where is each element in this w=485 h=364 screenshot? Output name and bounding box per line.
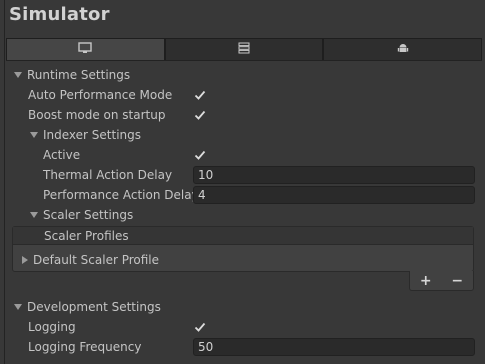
development-settings-label: Development Settings xyxy=(27,300,161,314)
development-settings-foldout[interactable]: Development Settings xyxy=(14,298,161,316)
active-checkbox[interactable] xyxy=(193,148,207,162)
add-profile-button[interactable]: + xyxy=(420,273,432,289)
scaler-settings-label: Scaler Settings xyxy=(43,208,134,222)
tab-monitor[interactable] xyxy=(6,38,165,60)
auto-performance-mode-checkbox[interactable] xyxy=(193,88,207,102)
scaler-profiles-list: Scaler Profiles Default Scaler Profile xyxy=(12,226,474,272)
scaler-profiles-label: Scaler Profiles xyxy=(44,228,129,243)
remove-profile-button[interactable]: − xyxy=(451,273,463,289)
default-scaler-profile-label: Default Scaler Profile xyxy=(33,253,160,267)
auto-performance-mode-label: Auto Performance Mode xyxy=(28,88,173,102)
device-list-icon xyxy=(238,42,250,57)
expand-arrow-icon xyxy=(14,304,22,310)
collapsed-arrow-icon xyxy=(22,256,28,264)
checkmark-icon xyxy=(194,150,206,160)
scaler-profiles-footer: + − xyxy=(409,271,474,291)
boost-mode-label: Boost mode on startup xyxy=(28,108,166,122)
expand-arrow-icon xyxy=(30,132,38,138)
tab-bar xyxy=(6,38,483,61)
boost-mode-checkbox[interactable] xyxy=(193,108,207,122)
android-icon xyxy=(397,42,409,57)
tab-android[interactable] xyxy=(323,38,483,60)
runtime-settings-label: Runtime Settings xyxy=(27,68,131,82)
thermal-action-delay-field[interactable]: 10 xyxy=(193,166,475,184)
checkmark-icon xyxy=(194,110,206,120)
checkmark-icon xyxy=(194,322,206,332)
runtime-settings-foldout[interactable]: Runtime Settings xyxy=(14,66,130,84)
active-label: Active xyxy=(43,148,81,162)
checkmark-icon xyxy=(194,90,206,100)
thermal-action-delay-label: Thermal Action Delay xyxy=(43,168,173,182)
panel-title: Simulator xyxy=(9,4,110,25)
scaler-settings-foldout[interactable]: Scaler Settings xyxy=(30,206,133,224)
monitor-icon xyxy=(78,42,93,57)
performance-action-delay-field[interactable]: 4 xyxy=(193,186,475,204)
tab-device-list[interactable] xyxy=(164,38,324,60)
expand-arrow-icon xyxy=(14,72,22,78)
expand-arrow-icon xyxy=(30,212,38,218)
indexer-settings-label: Indexer Settings xyxy=(43,128,142,142)
scaler-profiles-header: Scaler Profiles xyxy=(13,227,473,245)
logging-frequency-label: Logging Frequency xyxy=(28,340,142,354)
default-scaler-profile-foldout[interactable]: Default Scaler Profile xyxy=(22,251,159,269)
performance-action-delay-label: Performance Action Delay xyxy=(43,188,199,202)
logging-label: Logging xyxy=(28,320,76,334)
logging-checkbox[interactable] xyxy=(193,320,207,334)
indexer-settings-foldout[interactable]: Indexer Settings xyxy=(30,126,141,144)
logging-frequency-field[interactable]: 50 xyxy=(193,338,475,356)
